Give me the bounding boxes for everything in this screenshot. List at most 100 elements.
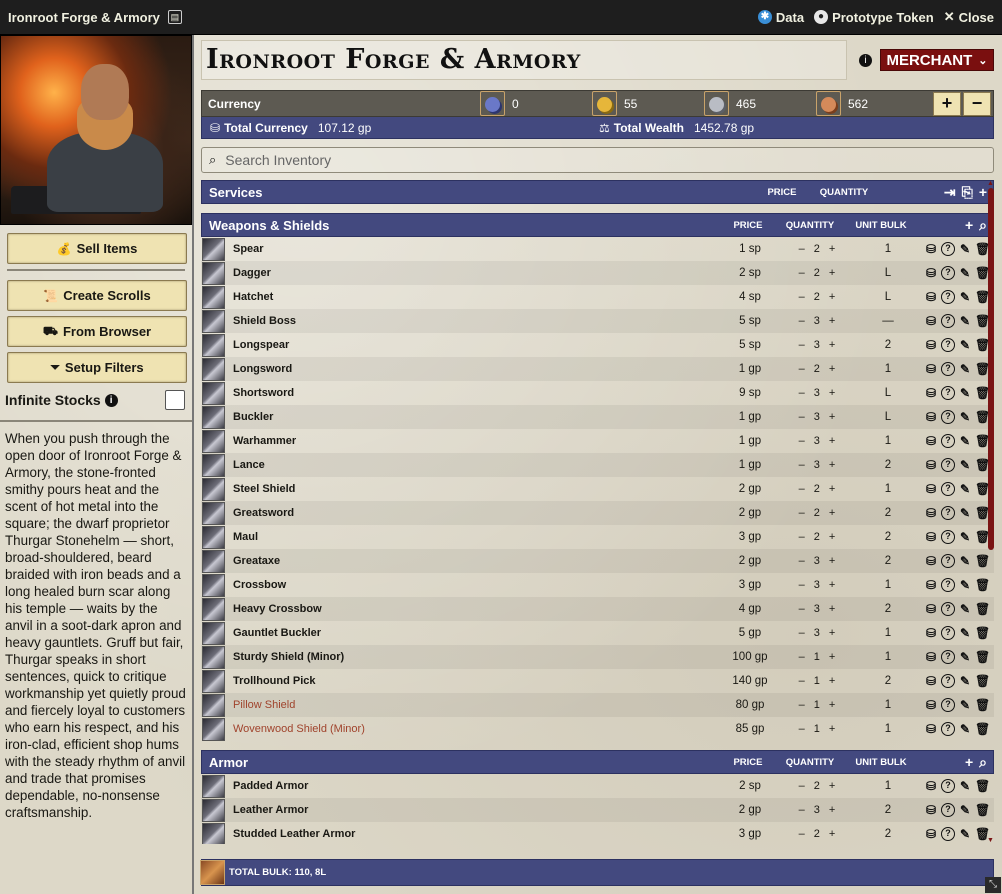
close-button[interactable]: ✕ Close — [944, 9, 994, 25]
decrease-quantity-button[interactable]: – — [799, 723, 805, 735]
item-row[interactable]: Padded Armor 2 sp –2 +1 ⛁? ✎ 🗑 — [201, 774, 994, 798]
item-image[interactable] — [202, 693, 225, 717]
item-image[interactable] — [202, 717, 225, 741]
edit-icon[interactable]: ✎ — [958, 242, 972, 256]
edit-icon[interactable]: ✎ — [958, 458, 972, 472]
trash-icon[interactable]: 🗑 — [975, 482, 990, 496]
item-row[interactable]: Gauntlet Buckler 5 gp –3 +1 ⛁? ✎ 🗑 — [201, 621, 994, 645]
item-image[interactable] — [202, 381, 225, 405]
buy-coins-icon[interactable]: ⛁ — [924, 602, 938, 616]
question-icon[interactable]: ? — [941, 578, 955, 592]
edit-icon[interactable]: ✎ — [958, 650, 972, 664]
question-icon[interactable]: ? — [941, 674, 955, 688]
setup-filters-button[interactable]: ⏷ Setup Filters — [7, 352, 187, 383]
trash-icon[interactable]: 🗑 — [975, 290, 990, 304]
item-row[interactable]: Trollhound Pick 140 gp –1 +2 ⛁? ✎ 🗑 — [201, 669, 994, 693]
edit-icon[interactable]: ✎ — [958, 266, 972, 280]
buy-coins-icon[interactable]: ⛁ — [924, 578, 938, 592]
trash-icon[interactable]: 🗑 — [975, 626, 990, 640]
question-icon[interactable]: ? — [941, 602, 955, 616]
decrease-quantity-button[interactable]: – — [799, 507, 805, 519]
item-row[interactable]: Dagger 2 sp –2 + L ⛁? ✎ 🗑 — [201, 261, 994, 285]
edit-icon[interactable]: ✎ — [958, 314, 972, 328]
info-icon[interactable]: i — [859, 53, 872, 67]
increase-quantity-button[interactable]: + — [829, 531, 835, 543]
decrease-quantity-button[interactable]: – — [799, 459, 805, 471]
item-row[interactable]: Crossbow 3 gp –3 +1 ⛁? ✎ 🗑 — [201, 573, 994, 597]
trash-icon[interactable]: 🗑 — [975, 434, 990, 448]
trash-icon[interactable]: 🗑 — [975, 650, 990, 664]
item-image[interactable] — [202, 237, 225, 261]
buy-coins-icon[interactable]: ⛁ — [924, 554, 938, 568]
item-name[interactable]: Greataxe — [225, 555, 719, 567]
buy-coins-icon[interactable]: ⛁ — [924, 266, 938, 280]
buy-coins-icon[interactable]: ⛁ — [924, 803, 938, 817]
trash-icon[interactable]: 🗑 — [975, 554, 990, 568]
actor-portrait[interactable] — [0, 35, 192, 225]
item-row[interactable]: Lance 1 gp –3 +2 ⛁? ✎ 🗑 — [201, 453, 994, 477]
item-name[interactable]: Longspear — [225, 339, 719, 351]
edit-icon[interactable]: ✎ — [958, 290, 972, 304]
item-row[interactable]: Shortsword 9 sp –3 + L ⛁? ✎ 🗑 — [201, 381, 994, 405]
item-image[interactable] — [202, 621, 225, 645]
trash-icon[interactable]: 🗑 — [975, 410, 990, 424]
buy-coins-icon[interactable]: ⛁ — [924, 362, 938, 376]
edit-icon[interactable]: ✎ — [958, 779, 972, 793]
trash-icon[interactable]: 🗑 — [975, 338, 990, 352]
edit-icon[interactable]: ✎ — [958, 362, 972, 376]
decrease-quantity-button[interactable]: – — [799, 387, 805, 399]
infinite-stocks-checkbox[interactable] — [165, 390, 185, 410]
buy-coins-icon[interactable]: ⛁ — [924, 779, 938, 793]
item-image[interactable] — [202, 573, 225, 597]
item-name[interactable]: Maul — [225, 531, 719, 543]
trash-icon[interactable]: 🗑 — [975, 530, 990, 544]
question-icon[interactable]: ? — [941, 827, 955, 841]
item-row[interactable]: Buckler 1 gp –3 + L ⛁? ✎ 🗑 — [201, 405, 994, 429]
increase-quantity-button[interactable]: + — [829, 243, 835, 255]
item-row[interactable]: Longspear 5 sp –3 +2 ⛁? ✎ 🗑 — [201, 333, 994, 357]
buy-coins-icon[interactable]: ⛁ — [924, 506, 938, 520]
sheet-type-select[interactable]: MERCHANT ⌄ — [880, 49, 994, 71]
item-image[interactable] — [202, 525, 225, 549]
trash-icon[interactable]: 🗑 — [975, 242, 990, 256]
increase-quantity-button[interactable]: + — [829, 507, 835, 519]
decrease-quantity-button[interactable]: – — [799, 627, 805, 639]
question-icon[interactable]: ? — [941, 803, 955, 817]
item-row[interactable]: Sturdy Shield (Minor) 100 gp –1 +1 ⛁? ✎ 🗑 — [201, 645, 994, 669]
trash-icon[interactable]: 🗑 — [975, 803, 990, 817]
edit-icon[interactable]: ✎ — [958, 530, 972, 544]
item-image[interactable] — [202, 501, 225, 525]
item-image[interactable] — [202, 285, 225, 309]
edit-icon[interactable]: ✎ — [958, 434, 972, 448]
increase-quantity-button[interactable]: + — [829, 291, 835, 303]
item-row[interactable]: Maul 3 gp –2 +2 ⛁? ✎ 🗑 — [201, 525, 994, 549]
edit-icon[interactable]: ✎ — [958, 482, 972, 496]
edit-icon[interactable]: ✎ — [958, 554, 972, 568]
item-image[interactable] — [202, 261, 225, 285]
trash-icon[interactable]: 🗑 — [975, 314, 990, 328]
data-button[interactable]: ✱ Data — [757, 10, 804, 25]
add-icon[interactable]: + — [965, 217, 973, 234]
item-row[interactable]: Spear 1 sp –2 +1 ⛁? ✎ 🗑 — [201, 237, 994, 261]
item-name[interactable]: Wovenwood Shield (Minor) — [225, 723, 719, 735]
question-icon[interactable]: ? — [941, 482, 955, 496]
edit-icon[interactable]: ✎ — [958, 674, 972, 688]
trash-icon[interactable]: 🗑 — [975, 674, 990, 688]
id-card-icon[interactable]: ▤ — [167, 10, 182, 24]
question-icon[interactable]: ? — [941, 242, 955, 256]
item-name[interactable]: Hatchet — [225, 291, 719, 303]
item-row[interactable]: Longsword 1 gp –2 +1 ⛁? ✎ 🗑 — [201, 357, 994, 381]
edit-icon[interactable]: ✎ — [958, 722, 972, 736]
increase-quantity-button[interactable]: + — [829, 363, 835, 375]
edit-icon[interactable]: ✎ — [958, 827, 972, 841]
increase-quantity-button[interactable]: + — [829, 651, 835, 663]
item-image[interactable] — [202, 669, 225, 693]
trash-icon[interactable]: 🗑 — [975, 266, 990, 280]
trash-icon[interactable]: 🗑 — [975, 386, 990, 400]
decrease-quantity-button[interactable]: – — [799, 828, 805, 840]
buy-coins-icon[interactable]: ⛁ — [924, 674, 938, 688]
trash-icon[interactable]: 🗑 — [975, 458, 990, 472]
search-bar[interactable]: ⌕ Search Inventory — [201, 147, 994, 173]
item-name[interactable]: Heavy Crossbow — [225, 603, 719, 615]
item-image[interactable] — [202, 645, 225, 669]
